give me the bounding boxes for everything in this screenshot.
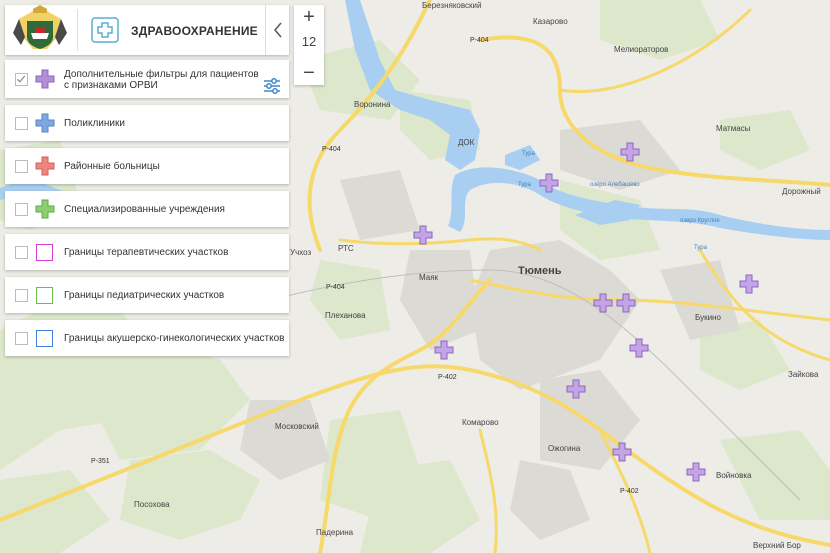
place-label: Комарово xyxy=(462,418,499,427)
layer-checkbox[interactable] xyxy=(15,289,28,302)
place-label: Войновка xyxy=(716,471,752,480)
plus-icon xyxy=(35,199,55,219)
layer-label: Поликлиники xyxy=(64,118,125,129)
layer-checkbox[interactable] xyxy=(15,117,28,130)
layer-checkbox[interactable] xyxy=(15,73,28,86)
road-label: Р-351 xyxy=(91,458,110,465)
plus-icon xyxy=(35,156,55,176)
layer-label: Границы терапевтических участков xyxy=(64,247,229,258)
layer-label: Районные больницы xyxy=(64,161,160,172)
place-label: Верхний Бор xyxy=(753,541,801,550)
layer-label: Границы педиатрических участков xyxy=(64,290,225,301)
zoom-out-button[interactable]: − xyxy=(294,61,324,85)
place-label: Матмасы xyxy=(716,124,751,133)
collapse-panel-button[interactable] xyxy=(265,5,290,55)
water-label: Тура xyxy=(694,245,708,251)
plus-icon xyxy=(35,69,55,89)
place-label: Букино xyxy=(695,313,721,322)
place-label: Учхоз xyxy=(290,248,312,257)
medical-plus-icon xyxy=(91,17,119,43)
filter-settings-icon[interactable] xyxy=(263,78,281,94)
water-label: озеро Алебашево xyxy=(590,182,640,188)
place-label: Маяк xyxy=(419,273,439,282)
layer-checkbox[interactable] xyxy=(15,332,28,345)
road-label: Р-402 xyxy=(620,488,639,495)
panel-header: ЗДРАВООХРАНЕНИЕ xyxy=(5,5,289,55)
place-label: Березняковский xyxy=(422,1,481,10)
road-label: Р-404 xyxy=(470,37,489,44)
layer-label: Специализированные учреждения xyxy=(64,204,225,215)
layer-item-pediatric-borders[interactable]: Границы педиатрических участков xyxy=(5,277,289,313)
layer-item-therapeutic-borders[interactable]: Границы терапевтических участков xyxy=(5,234,289,270)
place-label: Падерина xyxy=(316,528,354,537)
header-title: ЗДРАВООХРАНЕНИЕ xyxy=(131,24,258,38)
layer-checkbox[interactable] xyxy=(15,160,28,173)
place-label: Посохова xyxy=(134,500,170,509)
layer-item-specialized[interactable]: Специализированные учреждения xyxy=(5,191,289,227)
zoom-control: + 12 − xyxy=(294,5,324,85)
layer-item-orvi-filters[interactable]: Дополнительные фильтры для пациентов с п… xyxy=(5,60,289,98)
layer-checkbox[interactable] xyxy=(15,203,28,216)
place-label: РТС xyxy=(338,244,354,253)
plus-icon xyxy=(35,113,55,133)
header-divider xyxy=(77,9,78,51)
road-label: Р-404 xyxy=(322,146,341,153)
chevron-left-icon xyxy=(274,22,282,38)
place-label: ДОК xyxy=(458,138,475,147)
water-label: Тура xyxy=(518,182,532,188)
city-label: Тюмень xyxy=(518,265,562,277)
layer-item-polyclinics[interactable]: Поликлиники xyxy=(5,105,289,141)
coat-of-arms-icon xyxy=(13,5,67,49)
place-label: Зайкова xyxy=(788,370,819,379)
layer-item-district-hospitals[interactable]: Районные больницы xyxy=(5,148,289,184)
place-label: Воронина xyxy=(354,100,391,109)
road-label: Р-402 xyxy=(438,374,457,381)
water-label: озеро Круглое xyxy=(680,218,720,224)
square-outline-icon xyxy=(36,287,53,304)
place-label: Плеханова xyxy=(325,311,366,320)
layer-checkbox[interactable] xyxy=(15,246,28,259)
place-label: Казарово xyxy=(533,17,568,26)
place-label: Московский xyxy=(275,422,319,431)
layer-label: Дополнительные фильтры для пациентов с п… xyxy=(64,69,259,91)
zoom-level: 12 xyxy=(301,34,317,49)
place-label: Ожогина xyxy=(548,444,581,453)
place-label: Мелиораторов xyxy=(614,45,668,54)
water-label: Тура xyxy=(522,151,536,157)
square-outline-icon xyxy=(36,244,53,261)
place-label: Дорожный xyxy=(782,187,821,196)
road-label: Р-404 xyxy=(326,284,345,291)
layer-item-obstetric-borders[interactable]: Границы акушерско-гинекологических участ… xyxy=(5,320,289,356)
layer-label: Границы акушерско-гинекологических участ… xyxy=(64,333,285,344)
square-outline-icon xyxy=(36,330,53,347)
zoom-in-button[interactable]: + xyxy=(294,5,324,29)
